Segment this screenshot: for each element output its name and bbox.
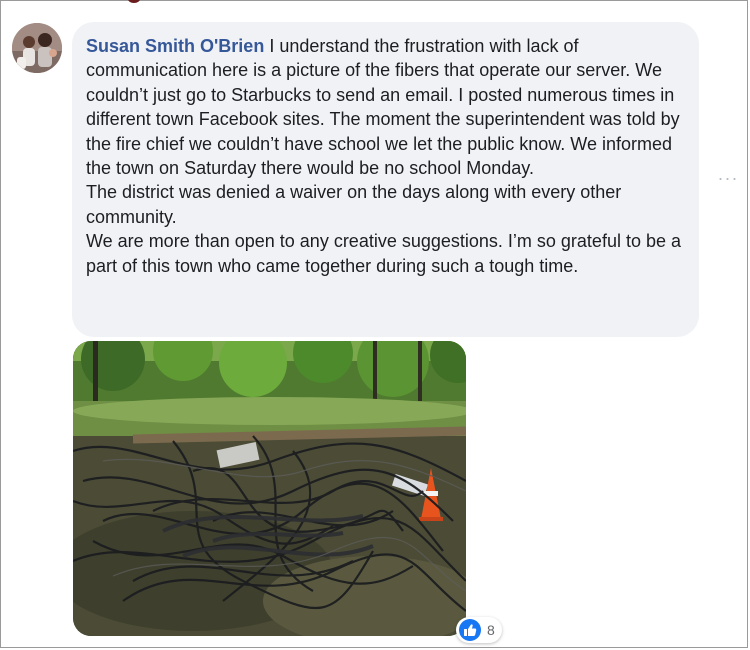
reaction-summary[interactable]: 8 xyxy=(456,617,502,643)
reaction-count: 8 xyxy=(487,622,495,638)
avatar[interactable] xyxy=(12,23,62,73)
comment-author-link[interactable]: Susan Smith O'Brien xyxy=(86,36,264,56)
more-options-icon[interactable]: ··· xyxy=(716,168,740,188)
comment-text: I understand the frustration with lack o… xyxy=(86,36,682,276)
comment-photo[interactable] xyxy=(73,341,466,636)
comment-bubble: Susan Smith O'Brien I understand the fru… xyxy=(72,22,699,337)
thumbs-up-icon xyxy=(459,619,481,641)
